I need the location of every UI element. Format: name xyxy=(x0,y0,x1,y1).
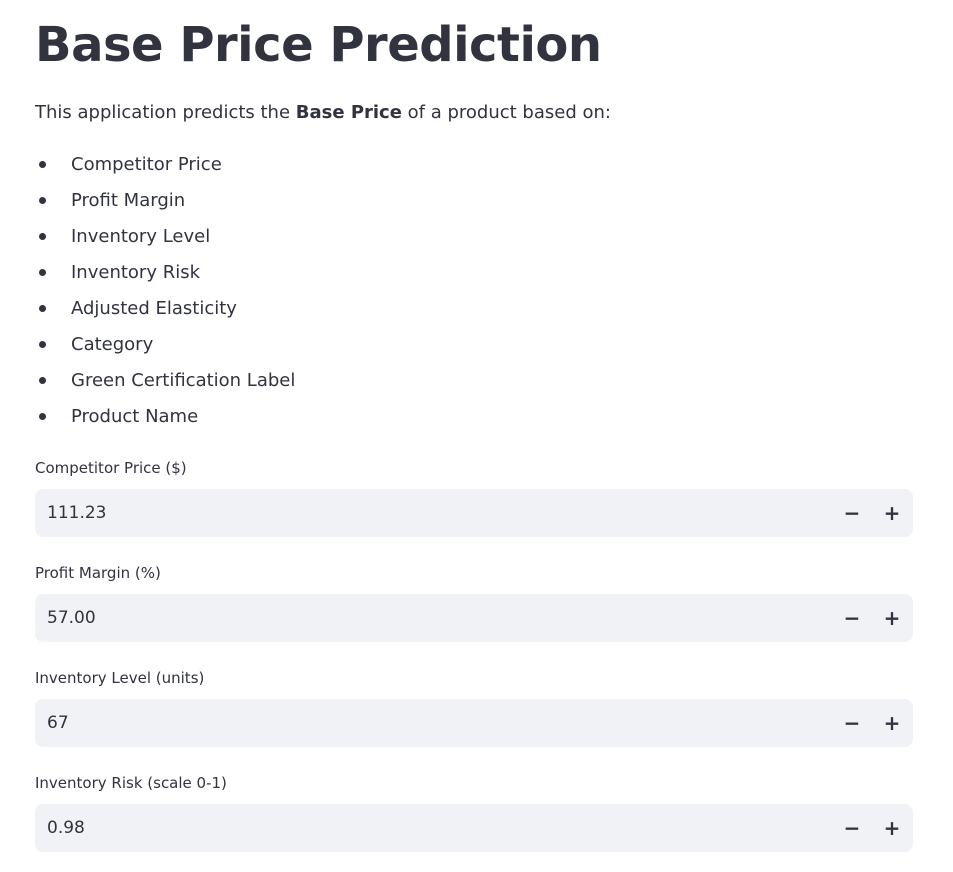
bullet-icon xyxy=(39,377,46,384)
inventory-risk-decrement-button[interactable]: − xyxy=(832,804,872,852)
inventory-risk-number-input: 0.98 − + xyxy=(35,804,913,852)
profit-margin-field: Profit Margin (%) 57.00 − + xyxy=(35,563,913,642)
feature-item: Inventory Level xyxy=(0,219,953,255)
page-title: Base Price Prediction xyxy=(35,17,602,73)
inventory-risk-field: Inventory Risk (scale 0-1) 0.98 − + xyxy=(35,773,913,852)
feature-label: Inventory Level xyxy=(71,226,211,247)
profit-margin-label: Profit Margin (%) xyxy=(35,564,161,582)
inventory-risk-label: Inventory Risk (scale 0-1) xyxy=(35,774,227,792)
competitor-price-input[interactable]: 111.23 xyxy=(35,489,832,537)
competitor-price-field: Competitor Price ($) 111.23 − + xyxy=(35,458,913,537)
competitor-price-decrement-button[interactable]: − xyxy=(832,489,872,537)
feature-item: Competitor Price xyxy=(0,147,953,183)
inventory-level-decrement-button[interactable]: − xyxy=(832,699,872,747)
profit-margin-increment-button[interactable]: + xyxy=(872,594,912,642)
intro-text: This application predicts the Base Price… xyxy=(35,99,611,127)
app-page: Base Price Prediction This application p… xyxy=(0,0,953,872)
bullet-icon xyxy=(39,197,46,204)
intro-prefix: This application predicts the xyxy=(35,102,296,123)
feature-item: Green Certification Label xyxy=(0,363,953,399)
bullet-icon xyxy=(39,161,46,168)
intro-bold: Base Price xyxy=(295,102,402,123)
inventory-level-field: Inventory Level (units) 67 − + xyxy=(35,668,913,747)
bullet-icon xyxy=(39,233,46,240)
feature-label: Profit Margin xyxy=(71,190,186,211)
feature-label: Product Name xyxy=(71,406,199,427)
profit-margin-decrement-button[interactable]: − xyxy=(832,594,872,642)
feature-list: Competitor Price Profit Margin Inventory… xyxy=(0,147,953,435)
feature-label: Adjusted Elasticity xyxy=(71,298,237,319)
inventory-level-label: Inventory Level (units) xyxy=(35,669,205,687)
competitor-price-label: Competitor Price ($) xyxy=(35,459,187,477)
feature-label: Inventory Risk xyxy=(71,262,201,283)
competitor-price-number-input: 111.23 − + xyxy=(35,489,913,537)
feature-label: Green Certification Label xyxy=(71,370,296,391)
feature-label: Category xyxy=(71,334,154,355)
competitor-price-increment-button[interactable]: + xyxy=(872,489,912,537)
inventory-risk-increment-button[interactable]: + xyxy=(872,804,912,852)
feature-item: Product Name xyxy=(0,399,953,435)
profit-margin-input[interactable]: 57.00 xyxy=(35,594,832,642)
inventory-level-increment-button[interactable]: + xyxy=(872,699,912,747)
inventory-level-number-input: 67 − + xyxy=(35,699,913,747)
feature-item: Category xyxy=(0,327,953,363)
feature-item: Profit Margin xyxy=(0,183,953,219)
bullet-icon xyxy=(39,413,46,420)
feature-item: Inventory Risk xyxy=(0,255,953,291)
bullet-icon xyxy=(39,269,46,276)
inventory-risk-input[interactable]: 0.98 xyxy=(35,804,832,852)
inventory-level-input[interactable]: 67 xyxy=(35,699,832,747)
feature-item: Adjusted Elasticity xyxy=(0,291,953,327)
bullet-icon xyxy=(39,305,46,312)
bullet-icon xyxy=(39,341,46,348)
intro-suffix: of a product based on: xyxy=(401,102,611,123)
profit-margin-number-input: 57.00 − + xyxy=(35,594,913,642)
feature-label: Competitor Price xyxy=(71,154,222,175)
